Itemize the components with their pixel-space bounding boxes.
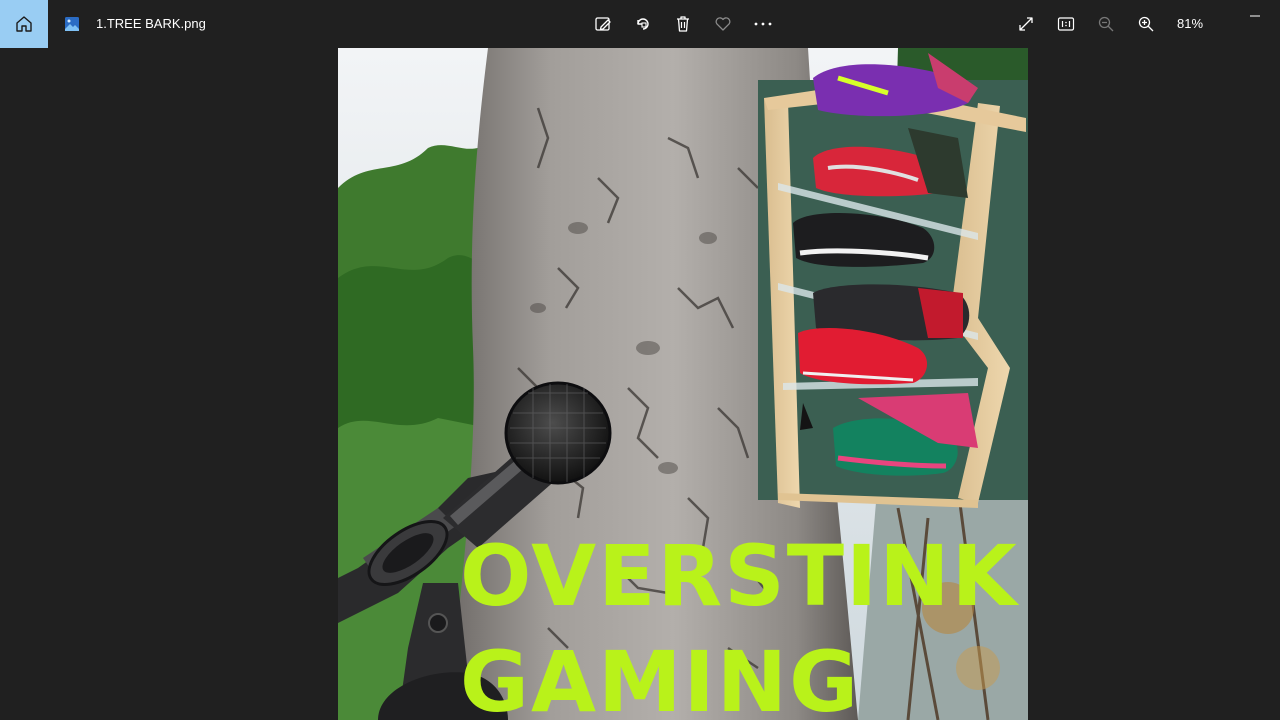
home-icon (16, 16, 32, 32)
rotate-icon (637, 18, 649, 30)
image-artwork (338, 48, 1028, 720)
heart-icon (715, 17, 731, 31)
minimize-icon (1250, 15, 1260, 17)
expand-icon (1019, 17, 1033, 31)
edit-image-button[interactable] (591, 12, 615, 36)
actual-size-button[interactable] (1054, 12, 1078, 36)
zoom-in-button[interactable] (1134, 12, 1158, 36)
edit-image-icon (595, 17, 611, 31)
minimize-button[interactable] (1230, 0, 1280, 32)
fullscreen-button[interactable] (1014, 12, 1038, 36)
delete-icon (677, 16, 689, 32)
file-name: 1.TREE BARK.png (96, 16, 206, 31)
image-file-icon (64, 16, 80, 32)
displayed-image[interactable]: OVERSTINK GAMING (338, 48, 1028, 720)
title-bar: 1.TREE BARK.png 81% (0, 0, 1280, 48)
home-button[interactable] (0, 0, 48, 48)
actual-size-icon (1057, 17, 1075, 31)
more-icon (754, 22, 772, 26)
zoom-in-icon (1138, 16, 1154, 32)
zoom-level[interactable]: 81% (1170, 15, 1210, 33)
rotate-button[interactable] (631, 12, 655, 36)
delete-button[interactable] (671, 12, 695, 36)
image-viewer[interactable]: OVERSTINK GAMING (0, 48, 1280, 720)
zoom-out-button[interactable] (1094, 12, 1118, 36)
zoom-out-icon (1098, 16, 1114, 32)
favorite-button[interactable] (711, 12, 735, 36)
more-button[interactable] (751, 12, 775, 36)
